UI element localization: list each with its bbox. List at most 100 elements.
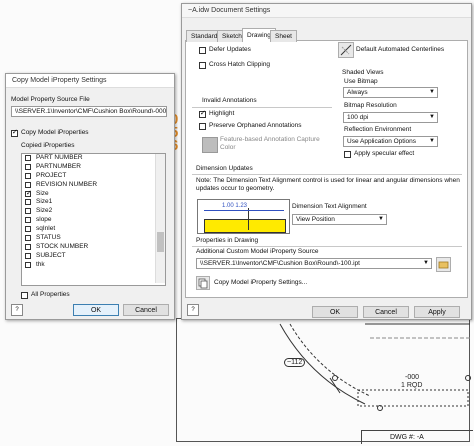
group-divider [192,174,462,175]
defer-updates-label: Defer Updates [209,46,251,53]
centerlines-label: Default Automated Centerlines [356,46,445,53]
preview-dim-line [204,210,284,211]
all-properties-checkbox[interactable] [21,292,28,299]
list-item-label: PART NUMBER [36,154,83,161]
chevron-down-icon: ▼ [429,138,435,144]
text-alignment-value: View Position [296,216,335,223]
source-path-select[interactable]: \\SERVER.1\Inventor\CMF\Cushion Box\Roun… [196,258,432,269]
additional-source-label: Additional Custom Model iProperty Source [196,248,319,255]
list-item[interactable]: STATUS [22,234,165,243]
list-item-checkbox[interactable] [25,243,31,250]
part-code: -000 [405,374,420,381]
list-item-label: SUBJECT [36,251,66,259]
preserve-label: Preserve Orphaned Annotations [209,122,302,129]
all-properties-label: All Properties [31,291,70,298]
properties-header: Properties in Drawing [196,237,259,244]
reflection-label: Reflection Environment [344,126,412,133]
copy-settings-button[interactable] [196,276,210,290]
list-item-checkbox[interactable] [25,163,31,170]
chevron-down-icon: ▼ [378,216,384,222]
dimension-note: Note: The Dimension Text Alignment contr… [196,177,460,192]
list-item[interactable]: Size [22,189,165,199]
preview-divider [248,208,249,230]
dialog-cancel-button[interactable]: Cancel [123,304,169,316]
cross-hatch-checkbox[interactable] [199,62,206,69]
ok-button[interactable]: OK [312,306,358,318]
source-file-label: Model Property Source File [11,96,90,103]
list-item-label: thk [36,260,45,268]
source-path-value: \\SERVER.1\Inventor\CMF\Cushion Box\Roun… [200,260,360,267]
list-item-checkbox[interactable] [25,217,31,224]
reflection-select[interactable]: Use Application Options ▼ [343,136,438,147]
list-item[interactable]: PARTNUMBER [22,163,165,172]
use-bitmap-select[interactable]: Always ▼ [343,87,438,98]
specular-checkbox[interactable] [344,151,351,158]
title-block: DWG #: -A [361,430,473,444]
preserve-checkbox[interactable] [199,123,206,130]
document-settings-window: ~A.idw Document Settings Standard Sketch… [181,3,472,320]
help-icon[interactable]: ? [11,304,23,316]
list-item-checkbox[interactable] [25,181,31,188]
list-item[interactable]: sqInlet [22,225,165,234]
cancel-button[interactable]: Cancel [363,306,409,318]
copy-iproperties-label: Copy Model iProperties [21,129,89,136]
list-item-checkbox[interactable] [25,235,31,242]
list-item[interactable]: PART NUMBER [22,154,165,163]
browse-button[interactable] [436,257,451,272]
list-item-checkbox[interactable] [25,208,31,215]
bitmap-resolution-value: 100 dpi [347,114,369,121]
list-item-checkbox[interactable] [25,189,32,198]
list-item[interactable]: Size2 [22,207,165,216]
list-item[interactable]: STOCK NUMBER [22,243,165,252]
apply-button[interactable]: Apply [414,306,460,318]
group-divider [192,107,332,108]
list-item[interactable]: Size1 [22,198,165,207]
dimension-preview: 1.00 1.23 [197,199,290,234]
list-item[interactable]: thk [22,261,165,270]
list-item-label: Size2 [36,207,53,215]
copy-icon [198,278,208,289]
list-body: PART NUMBER PARTNUMBER PROJECT REVISION NUM… [22,154,165,270]
list-scrollbar[interactable] [155,154,165,283]
list-item-checkbox[interactable] [25,226,31,233]
copy-iproperties-checkbox[interactable] [11,128,18,137]
iproperties-list: PART NUMBER PARTNUMBER PROJECT REVISION NUM… [21,153,166,286]
reflection-value: Use Application Options [347,138,417,145]
list-item[interactable]: SUBJECT [22,252,165,261]
highlight-checkbox[interactable] [199,109,206,118]
highlight-label: Highlight [209,110,235,117]
list-item-label: Size1 [36,198,53,206]
scrollbar-thumb[interactable] [157,232,164,252]
centerlines-button[interactable] [338,42,354,58]
capture-color-swatch[interactable] [202,137,218,153]
list-item[interactable]: PROJECT [22,172,165,181]
chevron-down-icon: ▼ [429,114,435,120]
list-item[interactable]: REVISION NUMBER [22,181,165,190]
tab-sheet[interactable]: Sheet [270,30,297,42]
dialog-ok-button[interactable]: OK [73,304,119,316]
use-bitmap-label: Use Bitmap [344,78,378,85]
text-alignment-select[interactable]: View Position ▼ [292,214,387,225]
list-item-checkbox[interactable] [25,155,31,161]
list-item-label: PARTNUMBER [36,162,81,170]
bitmap-resolution-select[interactable]: 100 dpi ▼ [343,112,438,123]
chevron-down-icon: ▼ [423,260,429,266]
use-bitmap-value: Always [347,89,368,96]
list-item-checkbox[interactable] [25,261,31,268]
source-file-field[interactable]: \\SERVER.1\Inventor\CMF\Cushion Box\Roun… [11,106,167,117]
group-divider [192,246,462,247]
centerline-icon [340,44,352,56]
defer-updates-checkbox[interactable] [199,47,206,54]
list-item-checkbox[interactable] [25,172,31,179]
dimension-updates-header: Dimension Updates [196,165,253,172]
preview-text: 1.00 1.23 [222,203,248,209]
list-item[interactable]: slope [22,216,165,225]
bitmap-resolution-label: Bitmap Resolution [344,102,397,109]
callout-bubble: ~112 [284,358,306,367]
chevron-down-icon: ▼ [429,89,435,95]
list-item-checkbox[interactable] [25,199,31,206]
help-icon[interactable]: ? [187,304,199,316]
window-title: ~A.idw Document Settings [182,4,471,18]
list-item-checkbox[interactable] [25,252,31,259]
cross-hatch-label: Cross Hatch Clipping [209,61,271,68]
